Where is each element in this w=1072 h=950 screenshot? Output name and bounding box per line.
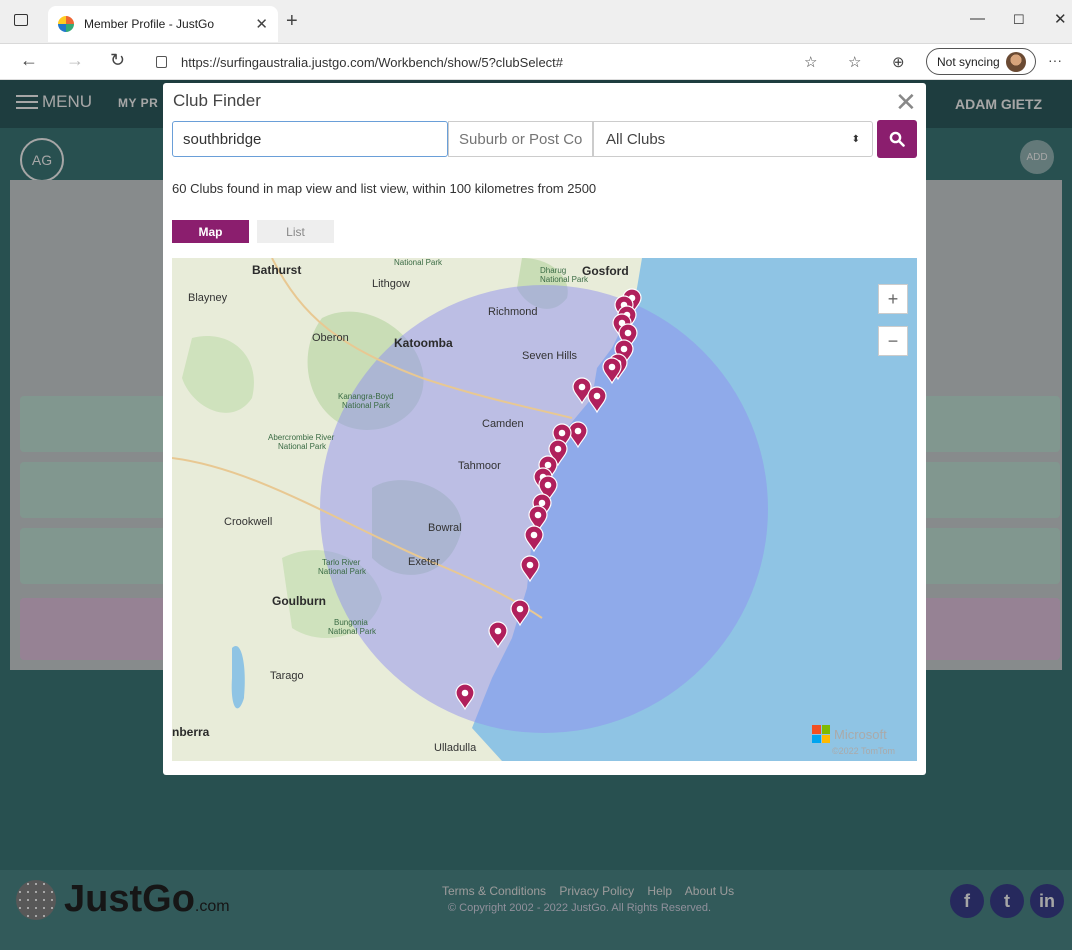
lake [231,646,245,709]
microsoft-attribution: Microsoft [812,725,887,743]
map-label-bungonia-np: National Park [328,627,377,636]
modal-close-icon[interactable]: ✕ [895,87,917,118]
map-label-gosford: Gosford [582,264,629,278]
map-canvas [172,258,917,761]
window-close-icon[interactable]: ✕ [1054,10,1067,28]
url-text: https://surfingaustralia.justgo.com/Work… [181,54,564,70]
map-label-ulladulla: Ulladulla [434,742,477,754]
map-copyright: ©2022 TomTom [832,746,895,756]
suburb-postcode-input[interactable] [448,121,593,157]
club-type-select[interactable]: All Clubs ⬍ [593,121,873,157]
club-finder-modal: Club Finder ✕ All Clubs ⬍ 60 Clubs found… [163,83,926,775]
close-tab-icon[interactable]: ✕ [255,15,268,33]
club-search-input[interactable] [172,121,448,157]
map-label-dharug: Dharug [540,266,567,275]
map-label-tahmoor: Tahmoor [458,460,501,472]
add-favorite-icon[interactable]: ☆ [804,53,817,71]
lock-icon [156,56,167,68]
modal-title: Club Finder [173,91,261,110]
map-label-richmond: Richmond [488,306,538,318]
more-icon[interactable]: ··· [1048,52,1062,68]
minimize-icon[interactable]: — [970,10,985,27]
map-label-dharug-np: National Park [540,275,589,284]
map-label-oberon: Oberon [312,332,349,344]
map-label-kanangra-np: National Park [342,401,391,410]
map-label-tarago: Tarago [270,670,304,682]
club-type-value: All Clubs [606,130,666,148]
map-label-bowral: Bowral [428,522,462,534]
club-map[interactable]: Bathurst Blayney Lithgow National Park D… [172,258,917,761]
browser-tab[interactable]: Member Profile - JustGo ✕ [48,6,278,42]
map-label-tarlo: Tarlo River [322,558,361,567]
map-label-national-park: National Park [394,258,443,267]
map-label-abercrombie-np: National Park [278,442,327,451]
map-label-blayney: Blayney [188,292,228,304]
map-label-kanangra: Kanangra-Boyd [338,392,394,401]
justgo-favicon-icon [58,16,74,32]
collections-icon[interactable]: ⊕ [892,53,905,71]
map-label-seven-hills: Seven Hills [522,350,578,362]
sync-label: Not syncing [937,54,1000,69]
zoom-out-button[interactable]: − [878,326,908,356]
select-arrows-icon: ⬍ [851,133,860,145]
browser-tab-bar: Member Profile - JustGo ✕ + — ☐ ✕ [0,0,1072,44]
map-label-goulburn: Goulburn [272,594,326,608]
map-label-canberra: nberra [172,725,210,739]
tab-actions-icon[interactable] [14,14,28,26]
tab-list[interactable]: List [257,220,334,243]
tab-title: Member Profile - JustGo [84,17,215,31]
url-field[interactable]: https://surfingaustralia.justgo.com/Work… [156,50,916,74]
map-label-lithgow: Lithgow [372,278,410,290]
profile-sync-button[interactable]: Not syncing [926,48,1036,75]
back-icon[interactable]: ← [20,50,38,71]
map-label-exeter: Exeter [408,556,440,568]
refresh-icon[interactable]: ↻ [110,50,125,71]
map-label-katoomba: Katoomba [394,336,453,350]
favorites-icon[interactable]: ☆ [848,53,861,71]
search-icon [889,131,905,147]
zoom-in-button[interactable]: + [878,284,908,314]
map-label-bathurst: Bathurst [252,263,302,277]
search-button[interactable] [877,120,917,158]
microsoft-logo-icon [812,725,830,743]
map-label-tarlo-np: National Park [318,567,367,576]
attribution-text: Microsoft [834,726,887,742]
tab-map[interactable]: Map [172,220,249,243]
profile-avatar [1005,51,1026,72]
map-label-bungonia: Bungonia [334,618,368,627]
forward-icon[interactable]: → [66,50,84,71]
address-bar: ← → ↻ https://surfingaustralia.justgo.co… [0,44,1072,80]
maximize-icon[interactable]: ☐ [1013,12,1025,28]
map-label-crookwell: Crookwell [224,516,273,528]
new-tab-button[interactable]: + [286,10,298,33]
map-label-camden: Camden [482,418,524,430]
results-summary: 60 Clubs found in map view and list view… [172,181,597,196]
map-label-abercrombie: Abercrombie River [268,433,335,442]
park-area [182,336,254,413]
